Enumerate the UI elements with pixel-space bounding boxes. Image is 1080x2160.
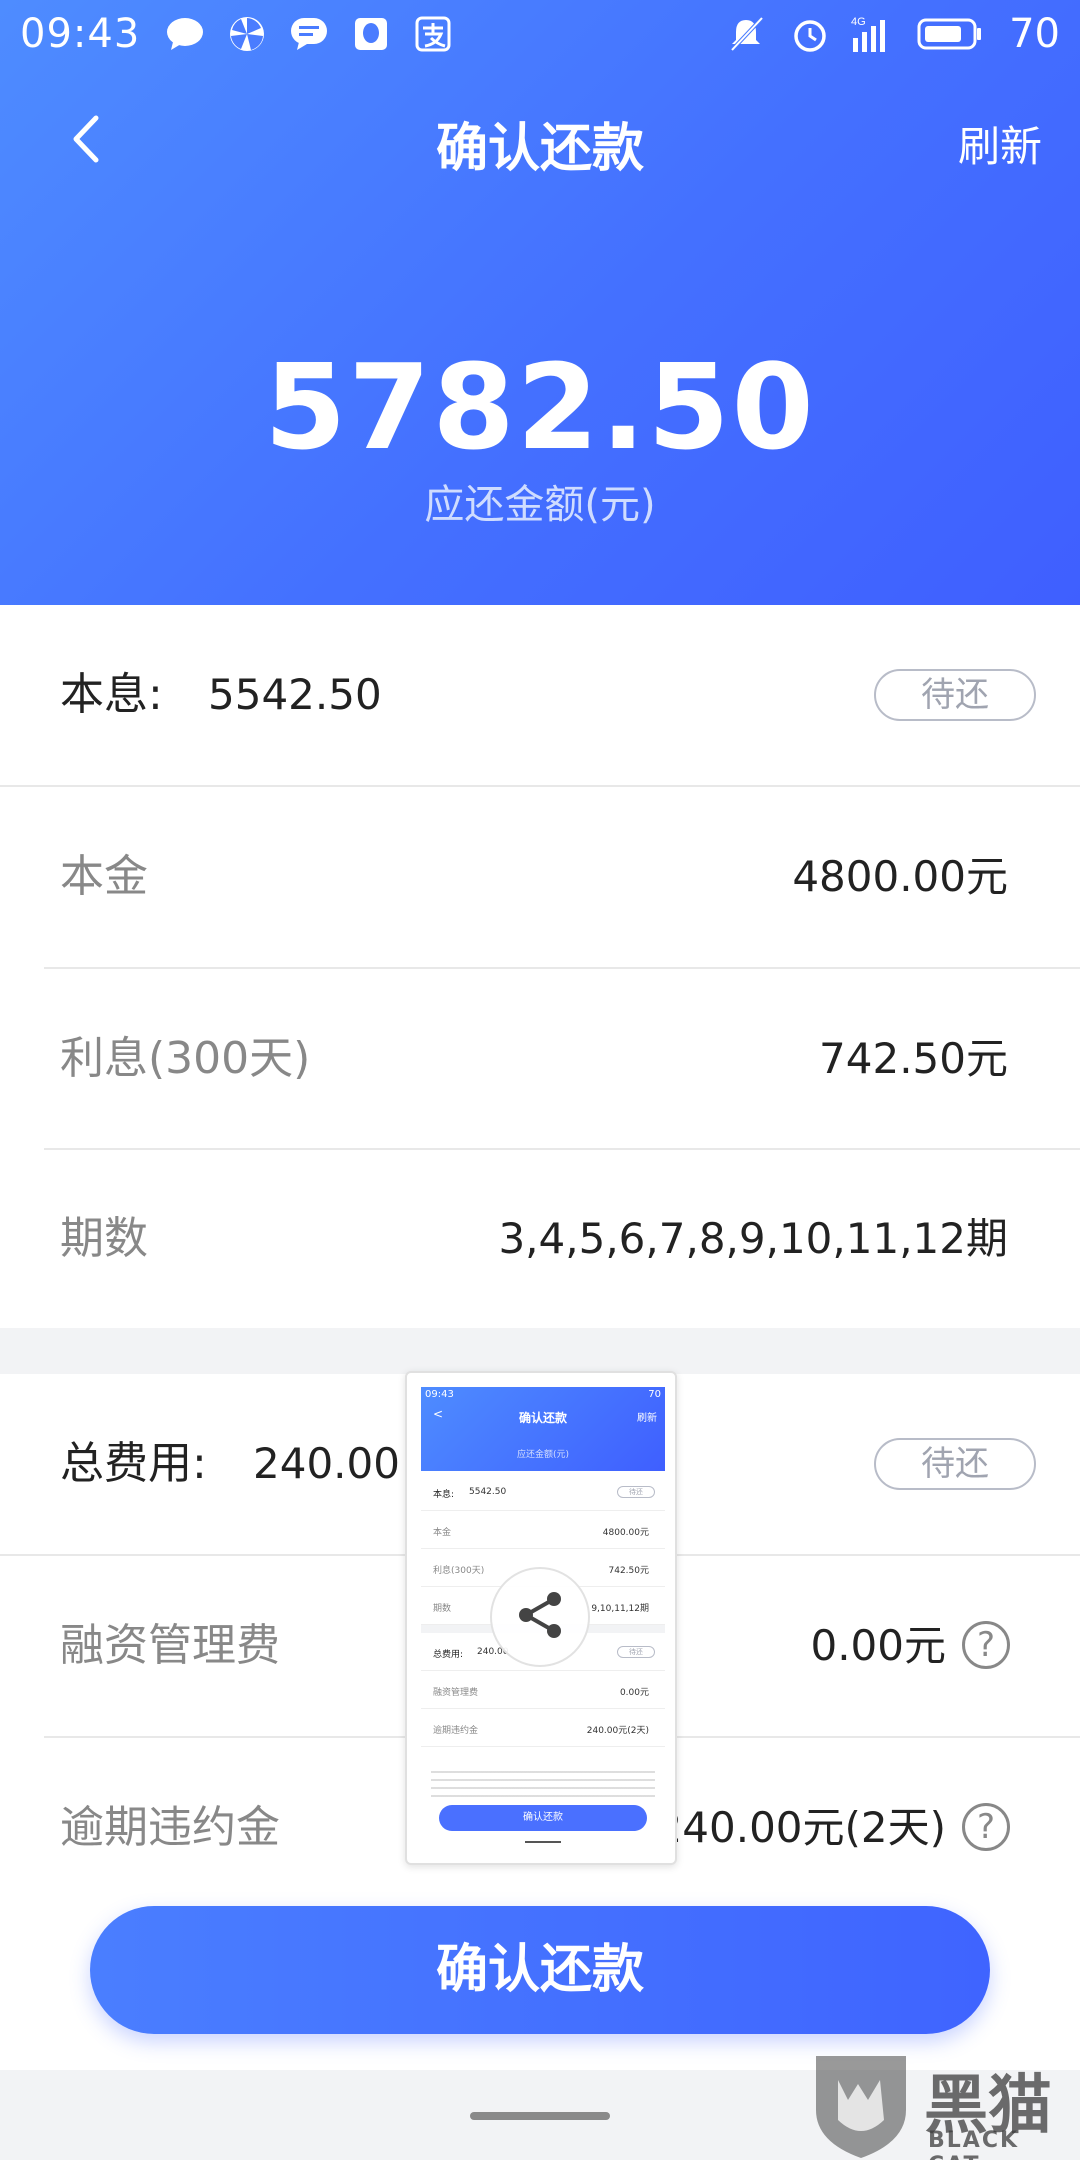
help-icon[interactable]: ?	[962, 1621, 1010, 1669]
periods-label: 期数	[60, 1213, 148, 1264]
message-icon	[286, 11, 332, 57]
due-amount: 5782.50	[264, 338, 816, 476]
status-badge: 待还	[874, 669, 1036, 721]
qq-icon	[348, 11, 394, 57]
thumbnail-row-value: 5542.50	[469, 1487, 507, 1497]
interest-label: 利息(300天)	[60, 1033, 311, 1084]
cat-logo-icon	[808, 2050, 914, 2160]
periods-row: 期数 3,4,5,6,7,8,9,10,11,12期	[0, 1150, 1080, 1328]
thumbnail-row: 本金 4800.00元	[421, 1511, 665, 1549]
status-badge: 待还	[874, 1438, 1036, 1490]
thumbnail-row-label: 本息:	[433, 1490, 455, 1500]
principal-interest-summary: 本息: 5542.50 待还	[0, 605, 1080, 785]
principal-label: 本金	[60, 851, 148, 902]
thumbnail-row-value: 0.00元	[619, 1688, 649, 1698]
status-bar: 09:43 4G 70	[0, 0, 1080, 68]
due-amount-label: 应还金额(元)	[424, 482, 656, 528]
thumbnail-badge: 待还	[617, 1486, 655, 1498]
thumbnail-confirm-button: 确认还款	[439, 1805, 647, 1831]
thumbnail-time: 09:43	[425, 1389, 454, 1400]
header: 09:43 4G 70 确认还款 刷新 5782.50 应还金额(元)	[0, 0, 1080, 605]
late-penalty-label: 逾期违约金	[60, 1802, 280, 1853]
thumbnail-row: 融资管理费 0.00元	[421, 1671, 665, 1709]
thumbnail-row-value: 4800.00元	[602, 1528, 649, 1538]
mute-icon	[723, 11, 769, 57]
thumbnail-row: 逾期违约金 240.00元(2天)	[421, 1709, 665, 1747]
principal-value: 4800.00元	[792, 852, 1008, 901]
thumbnail-title: 确认还款	[518, 1411, 567, 1425]
thumbnail-row-value: 9,10,11,12期	[591, 1604, 649, 1614]
watermark: 黑猫 BLACK CAT	[808, 2050, 1080, 2160]
battery-icon	[915, 11, 985, 57]
confirm-repayment-button[interactable]: 确认还款	[90, 1906, 990, 2034]
page-title: 确认还款	[435, 119, 644, 179]
principal-row: 本金 4800.00元	[0, 787, 1080, 967]
thumbnail-row-label: 利息(300天)	[433, 1566, 485, 1576]
thumbnail-amount-label: 应还金额(元)	[516, 1450, 570, 1460]
share-icon	[512, 1587, 568, 1647]
fees-label: 总费用:	[60, 1438, 207, 1489]
thumbnail-row-label: 融资管理费	[433, 1688, 479, 1698]
thumbnail-row-value: 240.00元(2天)	[586, 1726, 649, 1736]
thumbnail-refresh: 刷新	[637, 1413, 657, 1424]
alarm-icon	[787, 11, 833, 57]
thumbnail-row: 本息: 5542.50 待还	[421, 1473, 665, 1511]
periods-value: 3,4,5,6,7,8,9,10,11,12期	[498, 1214, 1008, 1263]
refresh-button[interactable]: 刷新	[958, 113, 1042, 174]
thumbnail-row-label: 逾期违约金	[433, 1726, 479, 1736]
principal-interest-value: 5542.50	[208, 670, 382, 719]
chat-icon	[162, 11, 208, 57]
fees-value: 240.00	[253, 1439, 400, 1488]
thumbnail-battery: 70	[648, 1389, 661, 1400]
interest-row: 利息(300天) 742.50元	[0, 969, 1080, 1149]
pinwheel-icon	[224, 11, 270, 57]
management-fee-value: 0.00元	[810, 1621, 946, 1670]
thumbnail-note-text	[431, 1771, 655, 1801]
thumbnail-row-label: 期数	[433, 1604, 452, 1614]
watermark-subtext: BLACK CAT	[928, 2128, 1020, 2160]
thumbnail-row-label: 本金	[433, 1528, 452, 1538]
nav-bar: 确认还款 刷新	[0, 88, 1080, 188]
thumbnail-row-value: 742.50元	[608, 1566, 650, 1576]
thumbnail-badge: 待还	[617, 1646, 655, 1658]
interest-value: 742.50元	[819, 1034, 1008, 1083]
help-icon[interactable]: ?	[962, 1803, 1010, 1851]
home-indicator[interactable]	[470, 2112, 610, 2120]
status-time: 09:43	[20, 11, 141, 57]
thumbnail-row-label: 总费用:	[433, 1650, 464, 1660]
battery-level: 70	[1009, 11, 1060, 57]
late-penalty-value: 240.00元(2天)	[655, 1803, 946, 1852]
share-button[interactable]	[490, 1567, 590, 1667]
management-fee-label: 融资管理费	[60, 1620, 280, 1671]
signal-icon: 4G	[851, 11, 897, 57]
section-gap	[0, 1328, 1080, 1374]
principal-interest-label: 本息:	[60, 669, 163, 720]
alipay-icon	[410, 11, 456, 57]
thumbnail-home-indicator	[525, 1841, 561, 1843]
thumbnail-header: 09:43 70 < 确认还款 刷新 应还金额(元)	[421, 1387, 665, 1471]
network-type-label: 4G	[851, 16, 866, 28]
status-right: 4G 70	[723, 11, 1060, 57]
